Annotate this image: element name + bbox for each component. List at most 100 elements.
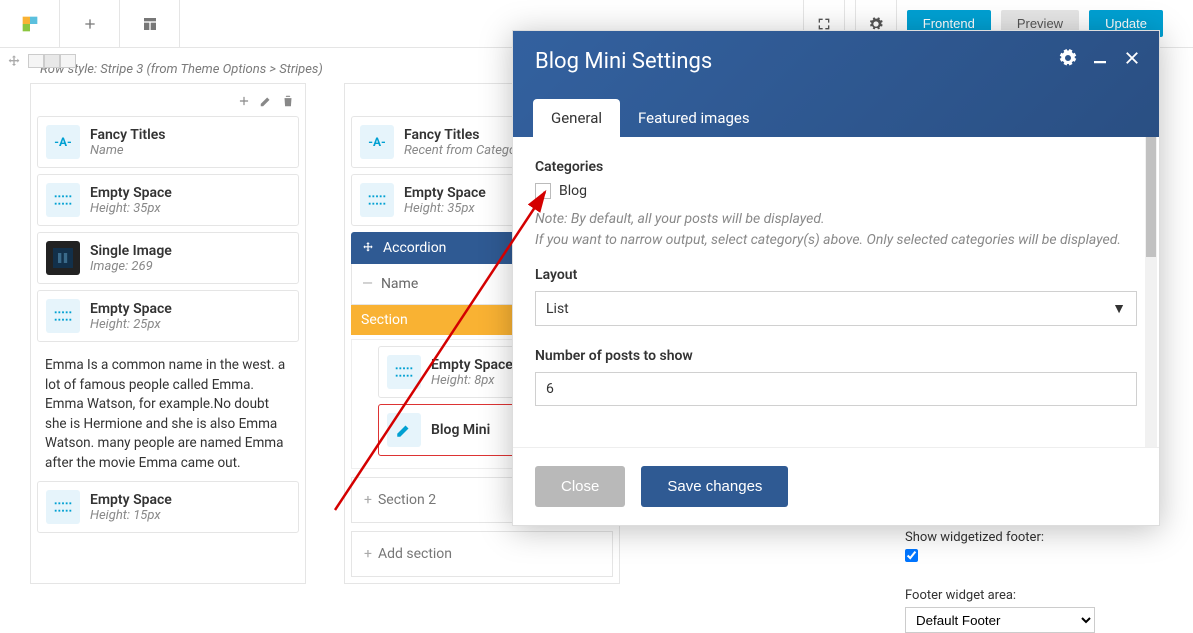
element-subtitle: Height: 35px [404,201,486,216]
element-empty-space[interactable]: Empty Space Height: 35px [37,174,299,226]
element-fancy-titles[interactable]: -A- Fancy Titles Name [37,116,299,168]
modal-scrollbar[interactable] [1145,137,1157,447]
pencil-icon [395,421,413,439]
element-title: Empty Space [90,492,172,508]
modal-body: Categories Blog Note: By default, all yo… [513,137,1159,447]
col-add-button[interactable] [235,92,253,110]
element-subtitle: Height: 25px [90,317,172,332]
layout-select[interactable]: List ▼ [535,291,1137,326]
category-blog-row[interactable]: Blog [535,183,1137,199]
accordion-label: Accordion [383,240,446,256]
close-icon [1123,49,1141,67]
element-subtitle: Height: 8px [431,373,513,388]
modal-minimize-button[interactable] [1091,49,1109,71]
categories-note: Note: By default, all your posts will be… [535,209,1137,251]
element-subtitle: Height: 35px [90,201,172,216]
empty-space-icon [360,183,394,217]
settings-modal: Blog Mini Settings General Featured imag… [512,30,1160,526]
plus-icon [82,16,98,32]
fancy-titles-icon: -A- [360,125,394,159]
element-body: Blog Mini [431,422,490,438]
gear-icon [1059,49,1077,67]
element-body: Empty Space Height: 35px [404,185,486,216]
modal-close-button[interactable] [1123,49,1141,71]
layout-icon [142,16,158,32]
empty-space-icon [46,183,80,217]
add-section-label: Add section [378,546,452,562]
save-changes-button[interactable]: Save changes [641,466,788,507]
element-text-block[interactable]: Emma Is a common name in the west. a lot… [37,348,299,481]
element-title: Empty Space [90,301,172,317]
posts-count-input[interactable]: 6 [535,372,1137,406]
element-subtitle: Recent from Categor [404,143,520,158]
col-edit-button[interactable] [257,92,275,110]
note-line-1: Note: By default, all your posts will be… [535,211,825,227]
element-empty-space[interactable]: Empty Space Height: 25px [37,290,299,342]
modal-title: Blog Mini Settings [535,49,1137,74]
element-title: Empty Space [431,357,513,373]
element-single-image[interactable]: Single Image Image: 269 [37,232,299,284]
add-element-button[interactable] [60,0,120,47]
tab-featured-images[interactable]: Featured images [620,99,768,137]
categories-label: Categories [535,159,1137,175]
pencil-icon [259,94,273,108]
element-empty-space[interactable]: Empty Space Height: 15px [37,481,299,533]
column-layout-toggle[interactable] [28,54,76,68]
element-body: Empty Space Height: 8px [431,357,513,388]
element-body: Single Image Image: 269 [90,243,172,274]
templates-button[interactable] [120,0,180,47]
element-body: Empty Space Height: 15px [90,492,172,523]
scrollbar-thumb[interactable] [1146,137,1156,257]
footer-widget-area-select[interactable]: Default Footer [905,607,1095,633]
trash-icon [281,94,295,108]
accordion-name-label: Name [381,276,418,292]
add-section-row[interactable]: +Add section [351,531,613,577]
empty-space-icon [387,355,421,389]
modal-footer: Close Save changes [513,447,1159,525]
element-title: Empty Space [404,185,486,201]
posts-count-label: Number of posts to show [535,348,1137,364]
modal-settings-button[interactable] [1059,49,1077,71]
element-subtitle: Height: 15px [90,508,172,523]
element-body: Fancy Titles Name [90,127,166,158]
vc-logo-icon [19,13,41,35]
element-title: Fancy Titles [404,127,520,143]
row-move-handle[interactable] [6,54,22,74]
note-line-2: If you want to narrow output, select cat… [535,232,1121,248]
modal-header[interactable]: Blog Mini Settings General Featured imag… [513,31,1159,137]
modal-tabs: General Featured images [533,99,768,137]
element-title: Single Image [90,243,172,259]
vc-logo-button[interactable] [0,0,60,47]
toolbar-left [0,0,180,47]
single-image-thumb [46,241,80,275]
element-title: Fancy Titles [90,127,166,143]
section-label: Section [361,312,408,328]
section-2-label: Section 2 [378,492,436,508]
category-blog-checkbox[interactable] [535,183,551,199]
element-body: Empty Space Height: 25px [90,301,172,332]
empty-space-icon [46,490,80,524]
move-icon [6,54,22,70]
col-delete-button[interactable] [279,92,297,110]
modal-header-actions [1059,49,1141,71]
blog-mini-icon [387,413,421,447]
layout-value: List [546,301,569,317]
column-1: -A- Fancy Titles Name Empty Space Height… [30,83,306,584]
element-subtitle: Name [90,143,166,158]
posts-count-value: 6 [546,381,554,397]
layout-label: Layout [535,267,1137,283]
close-button[interactable]: Close [535,466,625,507]
category-blog-label: Blog [559,183,587,199]
element-title: Blog Mini [431,422,490,438]
show-widgetized-footer-label: Show widgetized footer: [905,530,1165,545]
plus-icon [237,94,251,108]
footer-widget-area-label: Footer widget area: [905,588,1165,603]
element-title: Empty Space [90,185,172,201]
column-tools [37,90,299,116]
show-widgetized-footer-checkbox[interactable] [905,549,918,562]
element-subtitle: Image: 269 [90,259,172,274]
tab-general[interactable]: General [533,99,620,137]
minimize-icon [1091,49,1109,67]
empty-space-icon [46,299,80,333]
fancy-titles-icon: -A- [46,125,80,159]
